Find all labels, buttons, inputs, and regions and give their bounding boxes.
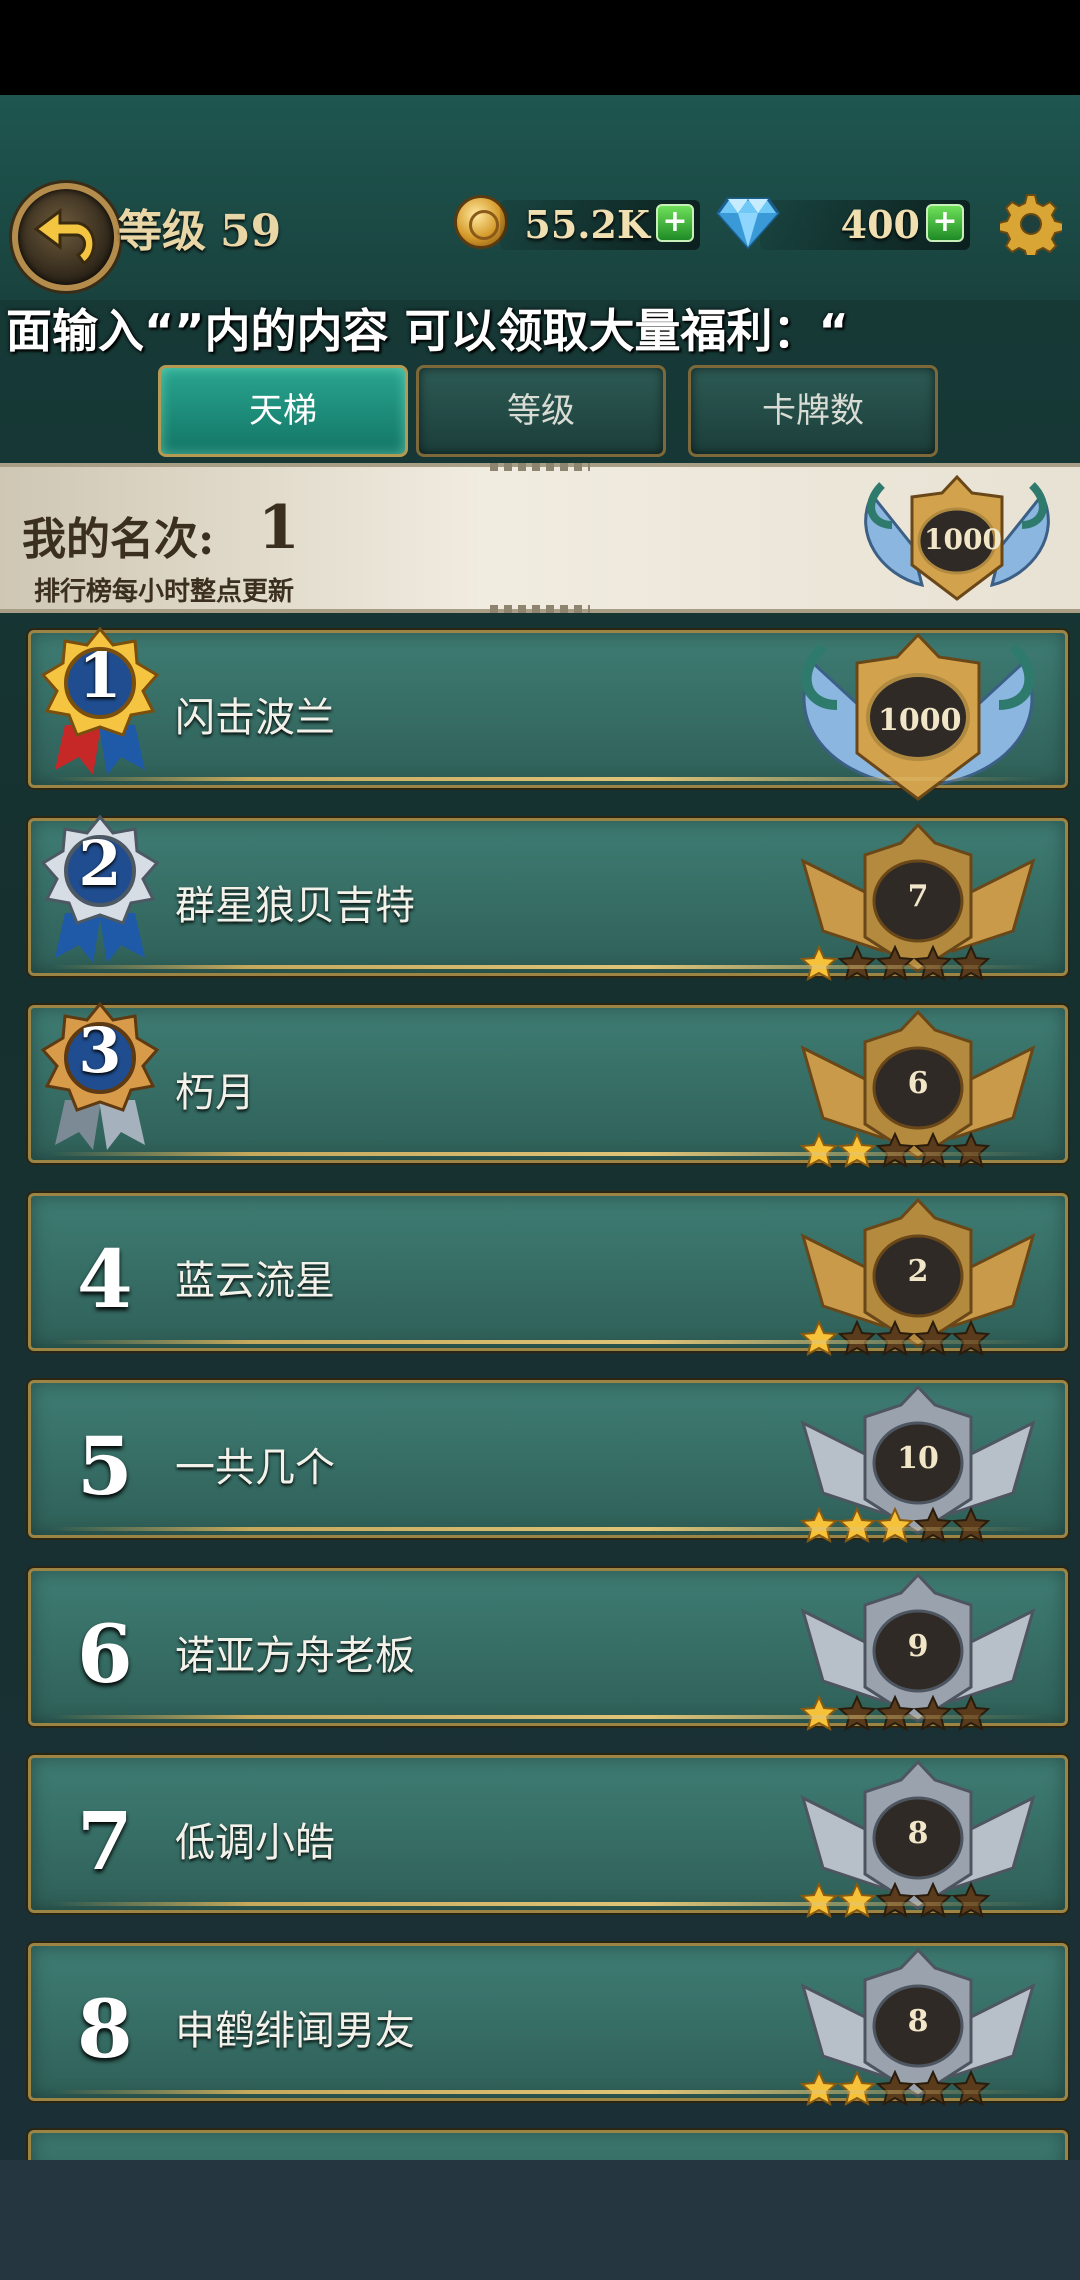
- system-nav-area: [0, 2160, 1080, 2280]
- leaderboard-row[interactable]: 6 诺亚方舟老板 9: [28, 1567, 1068, 1731]
- tier-badge-value: 8: [907, 1816, 929, 1851]
- rank-number: 3: [78, 1014, 122, 1087]
- back-button[interactable]: [12, 183, 120, 291]
- tab-ladder[interactable]: 天梯: [158, 365, 408, 457]
- my-rank-label: 我的名次:: [22, 514, 215, 565]
- coin-counter: 55.2K +: [500, 200, 700, 250]
- tier-badge: 6: [783, 1008, 1053, 1182]
- rank-medal: 3: [35, 1000, 165, 1154]
- rank-star: [837, 2069, 877, 2106]
- player-name: 群星狼贝吉特: [175, 882, 415, 929]
- tab-level[interactable]: 等级: [416, 365, 666, 457]
- player-name: 蓝云流星: [175, 1257, 335, 1304]
- leaderboard-screen: 等级 59 55.2K + 400 + 面输入“”内的内容 可以领取大量福利：“ …: [0, 95, 1080, 2160]
- my-rank-value: 1: [258, 493, 300, 563]
- tier-badge: 1000: [783, 632, 1053, 807]
- my-rank-badge-value: 1000: [924, 523, 1002, 556]
- rank-medal: 2: [35, 813, 165, 967]
- rank-star: [799, 1694, 839, 1731]
- rank-star: [799, 1131, 839, 1168]
- level-value: 59: [220, 206, 282, 257]
- my-rank-badge: 1000: [852, 474, 1062, 609]
- tier-badge-value: 8: [907, 2003, 929, 2039]
- add-coins-button[interactable]: +: [656, 204, 694, 242]
- tier-badge: 10: [783, 1383, 1053, 1557]
- rank-star: [799, 944, 839, 981]
- rank-star: [837, 944, 877, 981]
- player-name: 申鹤绯闻男友: [175, 2007, 415, 2054]
- leaderboard-row[interactable]: 5 一共几个 10: [28, 1380, 1068, 1543]
- rank-star: [951, 1319, 991, 1356]
- rank-number: 4: [77, 1231, 133, 1326]
- tier-badge-value: 2: [907, 1253, 929, 1289]
- tier-badge-value: 9: [907, 1628, 929, 1664]
- tier-badge-value: 7: [907, 878, 929, 914]
- rank-number: 7: [77, 1794, 133, 1888]
- update-note: 排行榜每小时整点更新: [34, 577, 295, 607]
- rank-star: [799, 1319, 839, 1356]
- rank-star: [837, 1694, 877, 1731]
- rank-number: 5: [77, 1419, 133, 1513]
- leaderboard-row[interactable]: 1 闪击波兰 1000: [28, 626, 1068, 801]
- player-name: 朽月: [175, 1070, 255, 1116]
- my-rank-banner: 我的名次: 1 排行榜每小时整点更新 1000: [0, 463, 1080, 613]
- player-name: 低调小皓: [175, 1820, 335, 1866]
- diamond-value: 400: [840, 202, 920, 247]
- rank-star: [799, 1881, 839, 1918]
- diamond-counter: 400 +: [760, 200, 970, 250]
- rank-star: [837, 1881, 877, 1918]
- player-name: 闪击波兰: [175, 695, 335, 741]
- rank-number: 2: [78, 826, 122, 900]
- leaderboard-row[interactable]: 8 申鹤绯闻男友 8: [28, 1942, 1068, 2106]
- rank-star: [951, 1881, 991, 1918]
- rank-star: [951, 1506, 991, 1543]
- leaderboard-row-partial[interactable]: [28, 2130, 1068, 2160]
- announcement-marquee: 面输入“”内的内容 可以领取大量福利：“: [0, 300, 1080, 362]
- tier-badge-value: 10: [897, 1441, 939, 1476]
- player-level: 等级 59: [118, 195, 281, 259]
- player-name: 诺亚方舟老板: [175, 1632, 415, 1679]
- level-label: 等级: [118, 206, 206, 257]
- rank-number: 6: [77, 1606, 133, 1701]
- top-bar: 等级 59 55.2K + 400 +: [0, 95, 1080, 300]
- rank-medal: 1: [35, 625, 165, 779]
- leaderboard-row[interactable]: 3 朽月 6: [28, 1001, 1068, 1168]
- rank-star: [837, 1131, 877, 1168]
- leaderboard-row[interactable]: 7 低调小皓 8: [28, 1755, 1068, 1918]
- tier-badge: 2: [783, 1196, 1053, 1370]
- rank-star: [951, 1694, 991, 1731]
- rank-star: [951, 944, 991, 981]
- leaderboard-row[interactable]: 4 蓝云流星 2: [28, 1192, 1068, 1356]
- tab-card-count[interactable]: 卡牌数: [688, 365, 938, 457]
- announcement-text: 面输入“”内的内容 可以领取大量福利：“: [6, 304, 849, 358]
- rank-number: 8: [77, 1981, 133, 2076]
- rank-star: [799, 1506, 839, 1543]
- tier-badge: 8: [783, 1758, 1053, 1932]
- rank-star: [837, 1319, 877, 1356]
- tier-badge-value: 6: [907, 1066, 929, 1101]
- diamond-icon: [716, 197, 780, 249]
- coin-value: 55.2K: [524, 202, 650, 247]
- gear-icon[interactable]: [1000, 193, 1062, 255]
- rank-star: [799, 2069, 839, 2106]
- rank-star: [951, 2069, 991, 2106]
- tier-badge: 9: [783, 1571, 1053, 1745]
- rank-number: 1: [78, 639, 122, 712]
- back-arrow-icon: [33, 208, 96, 265]
- tier-badge: 7: [783, 821, 1053, 995]
- tier-badge-value: 1000: [878, 703, 962, 738]
- rank-star: [837, 1506, 877, 1543]
- rank-star: [951, 1131, 991, 1168]
- leaderboard-row[interactable]: 2 群星狼贝吉特 7: [28, 814, 1068, 981]
- tier-badge: 8: [783, 1946, 1053, 2120]
- add-diamonds-button[interactable]: +: [926, 204, 964, 242]
- player-name: 一共几个: [175, 1445, 335, 1491]
